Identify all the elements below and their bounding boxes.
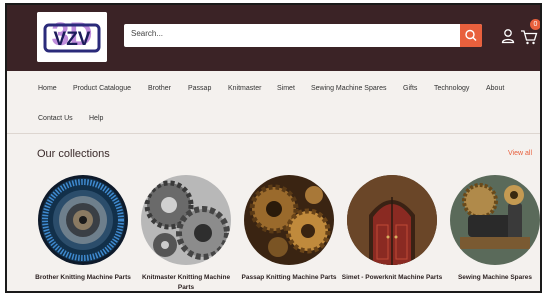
account-button[interactable] xyxy=(501,28,515,44)
collection-image-passap[interactable] xyxy=(244,175,334,265)
nav-item-simet[interactable]: Simet xyxy=(277,85,295,92)
collection-image-brother[interactable] xyxy=(38,175,128,265)
collection-label-knitmaster[interactable]: Knitmaster Knitting Machine Parts xyxy=(134,273,238,291)
view-all-link[interactable]: View all xyxy=(508,150,532,157)
nav-item-technology[interactable]: Technology xyxy=(434,85,469,92)
user-icon xyxy=(501,29,515,44)
knitmaster-gears-image xyxy=(141,175,231,265)
brother-knitting-image xyxy=(38,175,128,265)
site-header: 3D VZV Search... 0 xyxy=(7,5,540,71)
passap-gears-image xyxy=(244,175,334,265)
simet-door-image xyxy=(347,175,437,265)
nav-item-contact-us[interactable]: Contact Us xyxy=(38,115,73,122)
main-navigation: Home Product Catalogue Brother Passap Kn… xyxy=(7,71,540,134)
nav-item-about[interactable]: About xyxy=(486,85,504,92)
search-bar[interactable]: Search... xyxy=(124,24,482,47)
logo-graphic: 3D VZV xyxy=(37,12,107,62)
sewing-machine-image xyxy=(450,175,540,265)
site-logo[interactable]: 3D VZV xyxy=(37,12,107,62)
search-icon xyxy=(465,29,477,41)
cart-count-badge: 0 xyxy=(530,19,540,30)
nav-item-knitmaster[interactable]: Knitmaster xyxy=(228,85,261,92)
browser-frame: 3D VZV Search... 0 Home Product Catalogu… xyxy=(5,3,542,293)
nav-item-home[interactable]: Home xyxy=(38,85,57,92)
collection-label-simet[interactable]: Simet - Powerknit Machine Parts xyxy=(340,273,444,283)
collection-image-knitmaster[interactable] xyxy=(141,175,231,265)
collections-heading: Our collections xyxy=(37,148,110,160)
nav-item-sewing-machine-spares[interactable]: Sewing Machine Spares xyxy=(311,85,387,92)
nav-item-passap[interactable]: Passap xyxy=(188,85,211,92)
nav-item-product-catalogue[interactable]: Product Catalogue xyxy=(73,85,131,92)
svg-text:VZV: VZV xyxy=(54,29,91,50)
search-input[interactable]: Search... xyxy=(131,29,163,38)
collection-image-sewing-machine[interactable] xyxy=(450,175,540,265)
collection-image-simet[interactable] xyxy=(347,175,437,265)
nav-item-help[interactable]: Help xyxy=(89,115,103,122)
collection-label-brother[interactable]: Brother Knitting Machine Parts xyxy=(31,273,135,283)
search-button[interactable] xyxy=(460,24,482,47)
collection-label-sewing-machine[interactable]: Sewing Machine Spares xyxy=(443,273,540,283)
collection-label-passap[interactable]: Passap Knitting Machine Parts xyxy=(237,273,341,283)
nav-item-gifts[interactable]: Gifts xyxy=(403,85,417,92)
nav-item-brother[interactable]: Brother xyxy=(148,85,171,92)
